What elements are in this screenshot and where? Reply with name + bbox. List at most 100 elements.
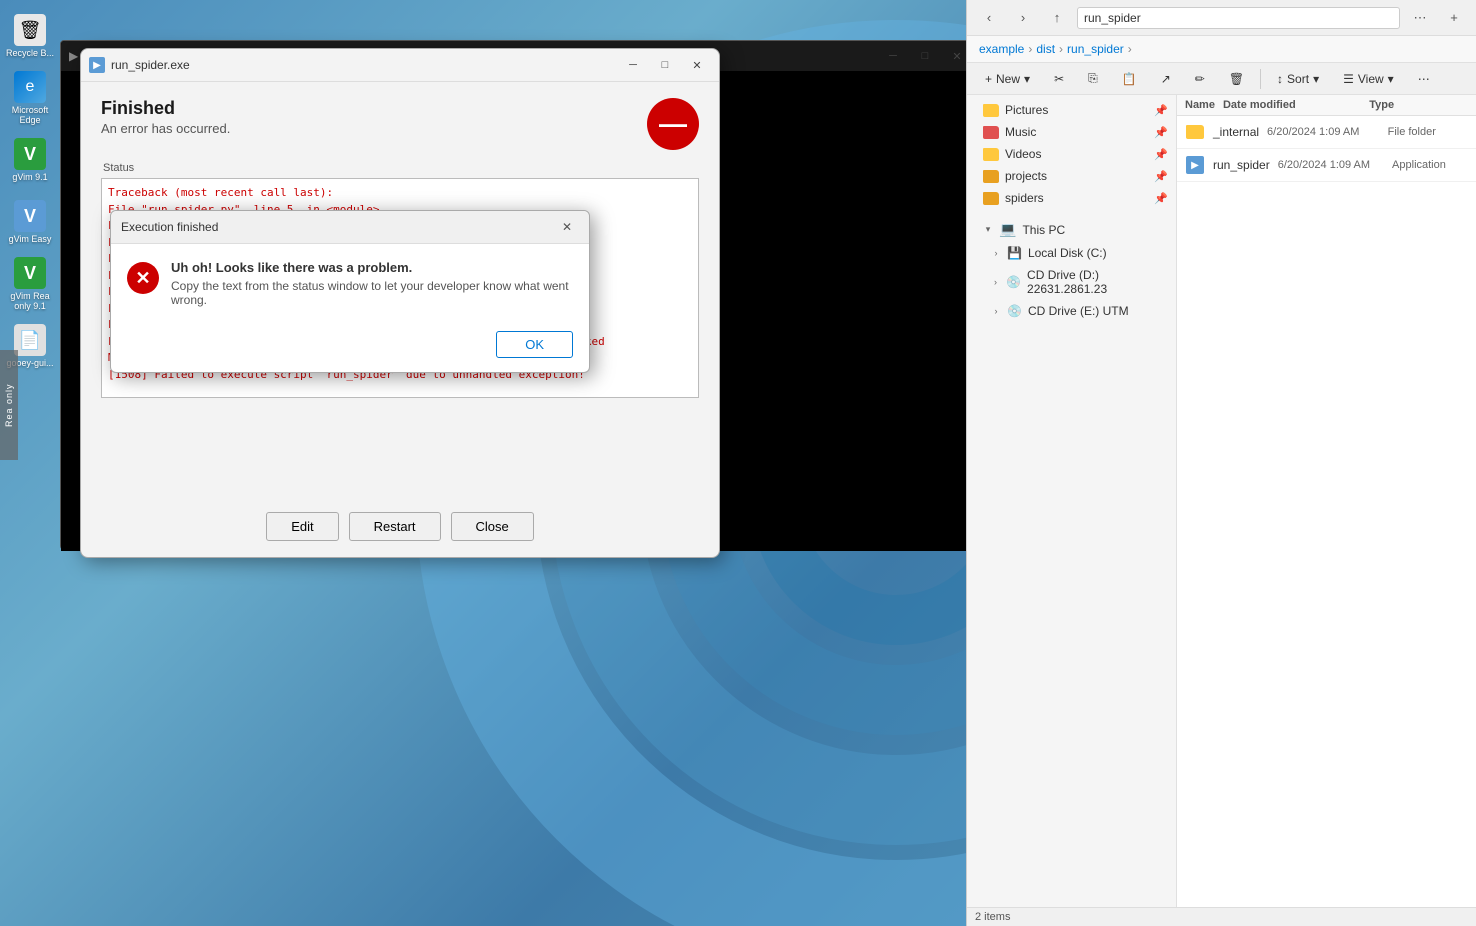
- close-button[interactable]: Close: [451, 512, 534, 541]
- sort-icon: ↕: [1277, 72, 1283, 86]
- address-bar[interactable]: run_spider: [1077, 7, 1400, 29]
- breadcrumb: example › dist › run_spider ›: [967, 36, 1476, 63]
- gvim1-icon[interactable]: V gVim 9.1: [6, 132, 54, 188]
- run-spider-file-icon: ▶: [1185, 155, 1205, 175]
- internal-date: 6/20/2024 1:09 AM: [1267, 126, 1380, 138]
- spiders-folder-icon: [983, 192, 999, 205]
- status-text: 2 items: [975, 911, 1010, 923]
- view-icon: ☰: [1343, 72, 1354, 86]
- exec-error-icon: ✕: [127, 262, 159, 294]
- traceback-line-0: Traceback (most recent call last):: [108, 185, 692, 202]
- explorer-statusbar: 2 items: [967, 907, 1476, 926]
- new-tab-btn[interactable]: +: [1440, 6, 1468, 30]
- more-btn[interactable]: ⋯: [1408, 68, 1440, 90]
- sep2: ›: [1059, 42, 1063, 56]
- edge-icon[interactable]: e Microsoft Edge: [6, 70, 54, 126]
- cd-e-icon: 💿: [1007, 304, 1022, 318]
- sidebar-projects[interactable]: projects 📌: [967, 165, 1176, 187]
- recycle-bin-icon[interactable]: 🗑 Recycle B...: [6, 8, 54, 64]
- addr-text: run_spider: [1084, 11, 1141, 25]
- breadcrumb-dist[interactable]: dist: [1036, 42, 1055, 56]
- new-btn[interactable]: + New ▾: [975, 68, 1040, 90]
- file-row-run-spider[interactable]: ▶ run_spider 6/20/2024 1:09 AM Applicati…: [1177, 149, 1476, 182]
- sort-chevron: ▾: [1313, 72, 1319, 86]
- restart-button[interactable]: Restart: [349, 512, 441, 541]
- col-type: Type: [1369, 99, 1468, 111]
- run-spider-maximize[interactable]: □: [651, 55, 679, 75]
- cd-e-label: CD Drive (E:) UTM: [1028, 304, 1129, 318]
- file-list-header: Name Date modified Type: [1177, 95, 1476, 116]
- this-pc-icon: 💻: [999, 221, 1016, 238]
- cmd-win-controls: ─ □ ✕: [879, 46, 971, 66]
- sidebar-cd-e[interactable]: › 💿 CD Drive (E:) UTM: [967, 300, 1176, 322]
- sidebar-local-disk[interactable]: › 💾 Local Disk (C:): [967, 242, 1176, 264]
- cmd-minimize-btn[interactable]: ─: [879, 46, 907, 66]
- sep1: ›: [1028, 42, 1032, 56]
- pictures-folder-icon: [983, 104, 999, 117]
- sidebar-spiders[interactable]: spiders 📌: [967, 187, 1176, 209]
- local-disk-icon: 💾: [1007, 246, 1022, 260]
- gvim2-icon[interactable]: V gVim Easy: [6, 194, 54, 250]
- this-pc-arrow: ▾: [983, 225, 993, 235]
- share-btn[interactable]: ↗: [1151, 68, 1181, 90]
- copy-btn[interactable]: ⎘: [1078, 67, 1108, 90]
- cd-d-icon: 💿: [1006, 275, 1021, 289]
- back-btn[interactable]: ‹: [975, 6, 1003, 30]
- view-btn[interactable]: ☰ View ▾: [1333, 68, 1404, 90]
- gvim1-label: gVim 9.1: [12, 172, 47, 182]
- projects-folder-icon: [983, 170, 999, 183]
- file-row-internal[interactable]: _internal 6/20/2024 1:09 AM File folder: [1177, 116, 1476, 149]
- music-folder-icon: [983, 126, 999, 139]
- run-spider-file-name: run_spider: [1213, 158, 1270, 172]
- rename-icon: ✏: [1195, 72, 1205, 86]
- up-btn[interactable]: ↑: [1043, 6, 1071, 30]
- sep3: ›: [1128, 42, 1132, 56]
- cmd-maximize-btn[interactable]: □: [911, 46, 939, 66]
- breadcrumb-example[interactable]: example: [979, 42, 1024, 56]
- sidebar-this-pc[interactable]: ▾ 💻 This PC: [967, 217, 1176, 242]
- exec-close-btn[interactable]: ✕: [555, 217, 579, 237]
- gvim1-img: V: [14, 138, 46, 170]
- sort-label: Sort: [1287, 72, 1309, 86]
- exec-body: ✕ Uh oh! Looks like there was a problem.…: [111, 244, 589, 323]
- gvim3-icon[interactable]: V gVim Reaonly 9.1: [6, 256, 54, 312]
- exec-error-body: Copy the text from the status window to …: [171, 279, 573, 307]
- breadcrumb-run-spider[interactable]: run_spider: [1067, 42, 1124, 56]
- forward-btn[interactable]: ›: [1009, 6, 1037, 30]
- internal-name: _internal: [1213, 125, 1259, 139]
- recycle-bin-img: 🗑: [14, 14, 46, 46]
- cd-e-arrow: ›: [991, 306, 1001, 316]
- readonly-badge: Rea only: [0, 350, 18, 460]
- window-footer: Edit Restart Close: [101, 500, 699, 541]
- local-disk-arrow: ›: [991, 248, 1001, 258]
- sidebar-pictures[interactable]: Pictures 📌: [967, 99, 1176, 121]
- sidebar-cd-d[interactable]: › 💿 CD Drive (D:) 22631.2861.23: [967, 264, 1176, 300]
- sidebar-music[interactable]: Music 📌: [967, 121, 1176, 143]
- cut-btn[interactable]: ✂: [1044, 68, 1074, 90]
- delete-btn[interactable]: 🗑: [1219, 68, 1254, 90]
- run-spider-title: run_spider.exe: [111, 58, 613, 72]
- run-spider-close[interactable]: ✕: [683, 55, 711, 75]
- internal-folder-icon: [1185, 122, 1205, 142]
- gvim2-label: gVim Easy: [9, 234, 52, 244]
- desktop: 🗑 Recycle B... e Microsoft Edge V gVim 9…: [0, 0, 1476, 926]
- error-icon-circle: —: [647, 98, 699, 150]
- sidebar-videos[interactable]: Videos 📌: [967, 143, 1176, 165]
- internal-type: File folder: [1388, 126, 1468, 138]
- ok-button[interactable]: OK: [496, 331, 573, 358]
- run-spider-minimize[interactable]: ─: [619, 55, 647, 75]
- videos-pin: 📌: [1154, 148, 1168, 161]
- col-date: Date modified: [1223, 99, 1361, 111]
- explorer-sidebar: Pictures 📌 Music 📌 Videos 📌 projects 📌: [967, 95, 1177, 907]
- more-nav-btn[interactable]: ⋯: [1406, 6, 1434, 30]
- gooey-img: 📄: [14, 324, 46, 356]
- edit-button[interactable]: Edit: [266, 512, 338, 541]
- internal-folder-img: [1186, 125, 1204, 139]
- new-label: New: [996, 72, 1020, 86]
- explorer-toolbar: + New ▾ ✂ ⎘ 📋 ↗ ✏ 🗑 ↕: [967, 63, 1476, 95]
- music-pin: 📌: [1154, 126, 1168, 139]
- sort-btn[interactable]: ↕ Sort ▾: [1267, 68, 1329, 90]
- paste-btn[interactable]: 📋: [1112, 68, 1147, 90]
- view-chevron: ▾: [1388, 72, 1394, 86]
- rename-btn[interactable]: ✏: [1185, 68, 1215, 90]
